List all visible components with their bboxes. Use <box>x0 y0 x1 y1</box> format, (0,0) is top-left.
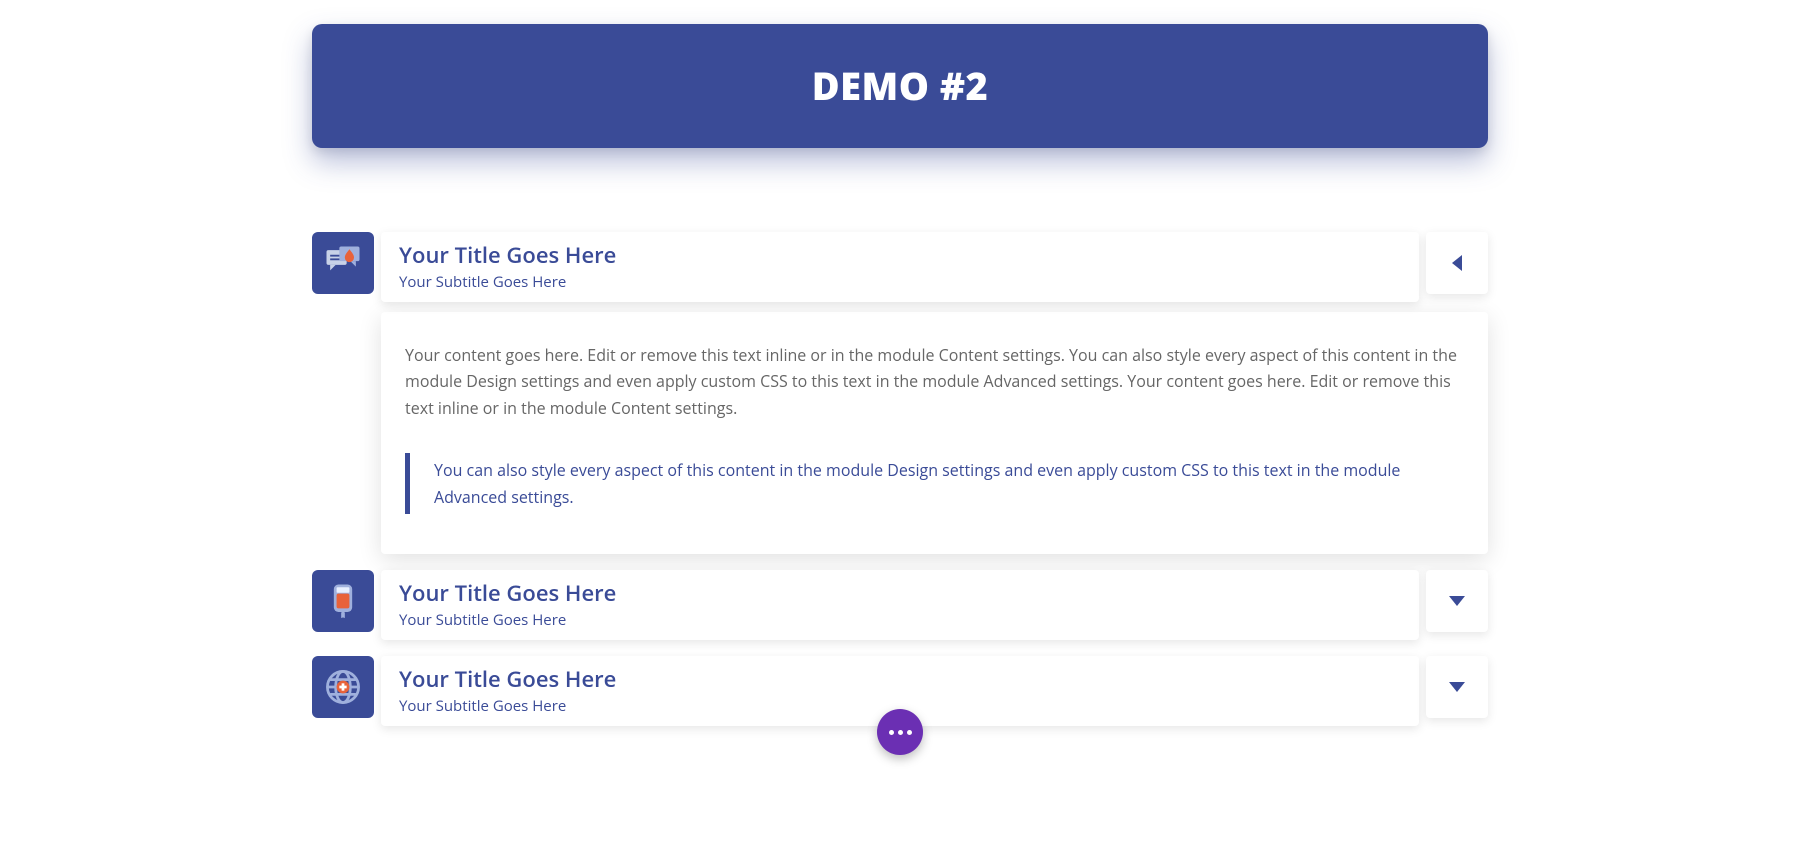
accordion-header[interactable]: Your Title Goes Here Your Subtitle Goes … <box>381 570 1419 640</box>
iv-bag-icon <box>312 570 374 632</box>
accordion-subtitle: Your Subtitle Goes Here <box>399 610 1401 630</box>
dot-icon <box>898 730 903 735</box>
accordion-content: Your content goes here. Edit or remove t… <box>381 312 1488 554</box>
dot-icon <box>907 730 912 735</box>
caret-down-icon <box>1449 682 1465 692</box>
accordion-title: Your Title Goes Here <box>399 664 1401 694</box>
caret-down-icon <box>1449 596 1465 606</box>
accordion-title: Your Title Goes Here <box>399 578 1401 608</box>
fab-more-button[interactable] <box>877 709 923 755</box>
accordion-item: Your Title Goes Here Your Subtitle Goes … <box>312 232 1488 554</box>
accordion-quote: You can also style every aspect of this … <box>405 453 1464 514</box>
dot-icon <box>889 730 894 735</box>
accordion-subtitle: Your Subtitle Goes Here <box>399 272 1401 292</box>
banner: DEMO #2 <box>312 24 1488 148</box>
caret-left-icon <box>1452 255 1462 271</box>
banner-title: DEMO #2 <box>332 60 1468 112</box>
accordion: Your Title Goes Here Your Subtitle Goes … <box>312 232 1488 726</box>
expand-button[interactable] <box>1426 570 1488 632</box>
expand-button[interactable] <box>1426 656 1488 718</box>
accordion-item: Your Title Goes Here Your Subtitle Goes … <box>312 570 1488 640</box>
chat-drop-icon <box>312 232 374 294</box>
globe-plus-icon <box>312 656 374 718</box>
collapse-button[interactable] <box>1426 232 1488 294</box>
accordion-title: Your Title Goes Here <box>399 240 1401 270</box>
accordion-header[interactable]: Your Title Goes Here Your Subtitle Goes … <box>381 232 1419 302</box>
accordion-body-text: Your content goes here. Edit or remove t… <box>405 342 1464 421</box>
